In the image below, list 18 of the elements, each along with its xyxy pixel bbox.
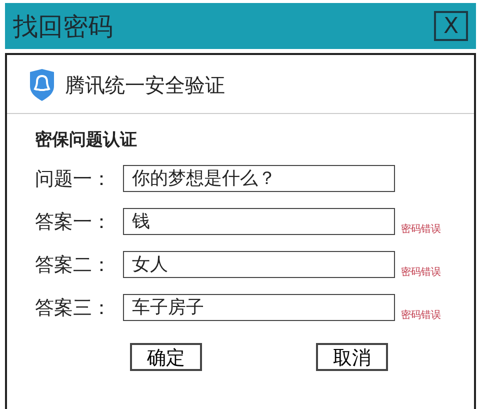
field-label: 答案二： (35, 252, 112, 278)
input-field[interactable]: 你的梦想是什么？ (123, 165, 395, 192)
field-label: 答案三： (35, 296, 112, 320)
header-title: 腾讯统一安全验证 (65, 72, 225, 98)
cancel-button[interactable]: 取消 (316, 343, 388, 371)
window-title: 找回密码 (13, 10, 113, 42)
shield-icon (29, 69, 55, 101)
input-field[interactable]: 女人 (123, 251, 395, 278)
error-message: 密码错误 (401, 308, 441, 322)
field-label: 问题一： (35, 166, 112, 192)
error-message: 密码错误 (401, 266, 441, 278)
error-message: 密码错误 (401, 222, 441, 236)
confirm-button[interactable]: 确定 (130, 343, 202, 371)
input-field[interactable]: 车子房子 (123, 294, 395, 321)
input-field[interactable]: 钱 (123, 208, 395, 235)
section-title: 密保问题认证 (35, 129, 138, 151)
field-label: 答案一： (35, 210, 112, 234)
close-button[interactable]: X (434, 11, 468, 41)
